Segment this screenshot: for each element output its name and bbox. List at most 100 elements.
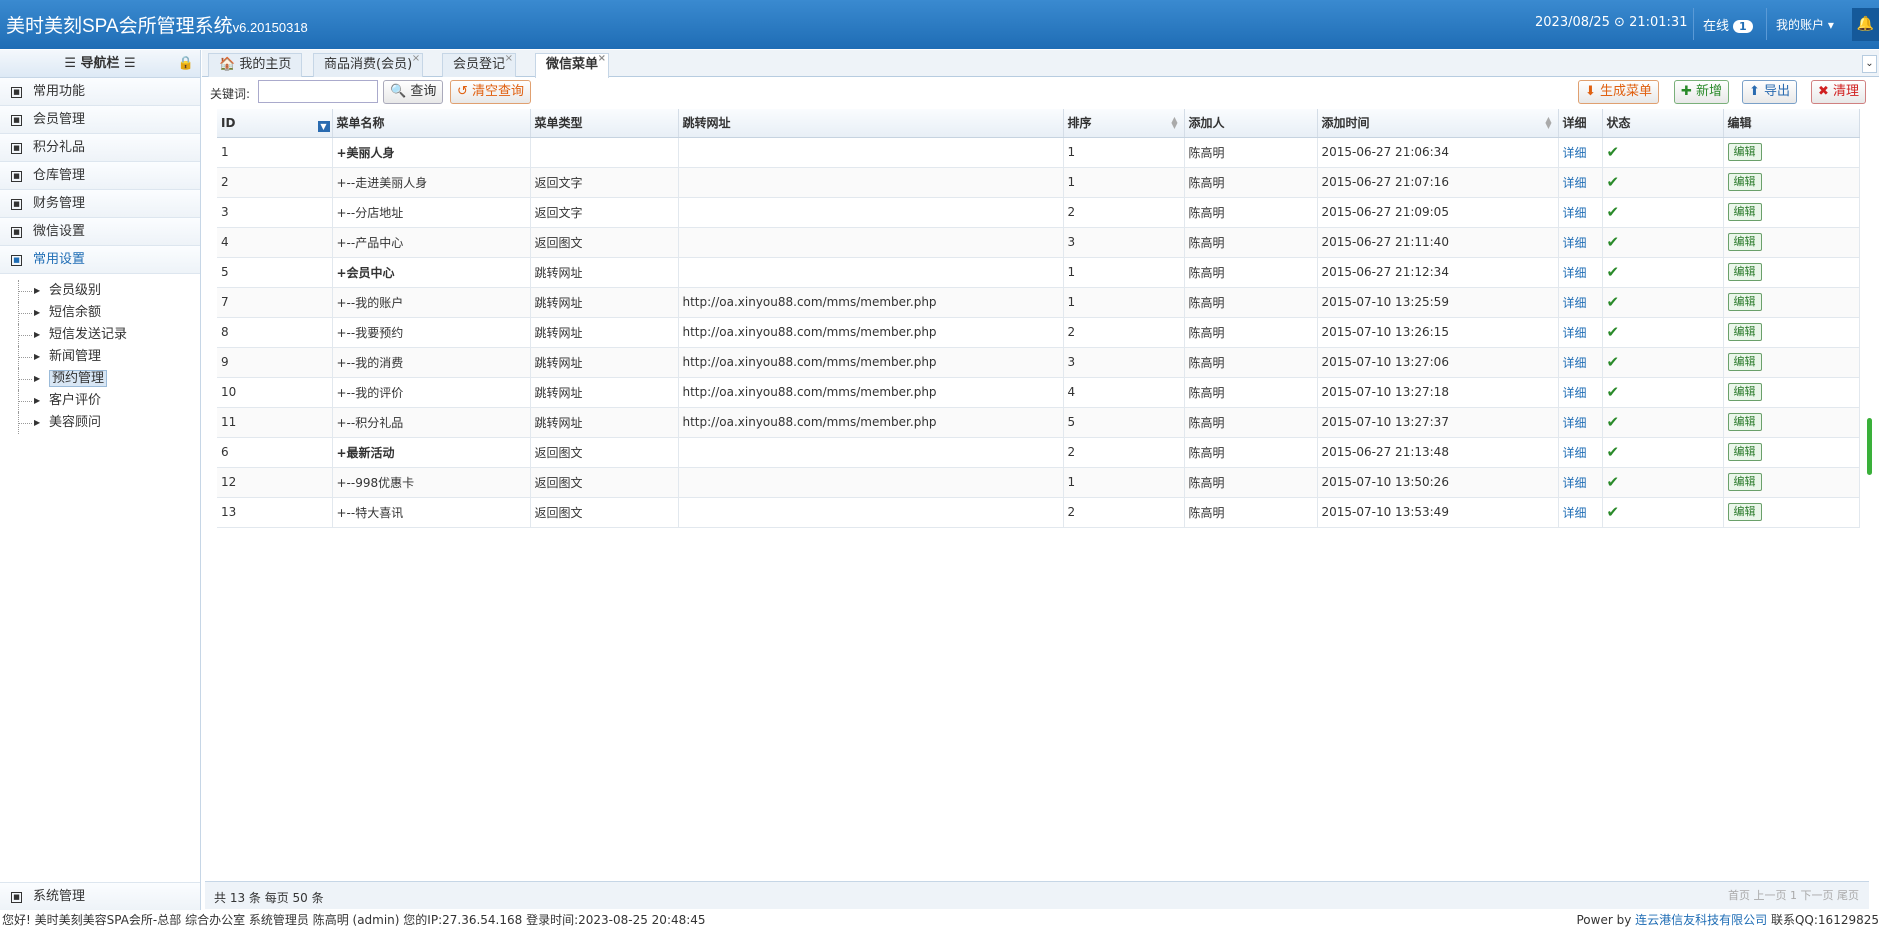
keyword-input[interactable] [258, 80, 378, 103]
tree-item-reviews[interactable]: ▶ 客户评价 [12, 390, 200, 412]
bell-icon[interactable]: 🔔 [1852, 8, 1879, 41]
edit-button[interactable]: 编辑 [1727, 233, 1762, 251]
detail-link[interactable]: 详细 [1563, 146, 1587, 160]
edit-button[interactable]: 编辑 [1727, 173, 1762, 191]
edit-button[interactable]: 编辑 [1727, 293, 1762, 311]
checkmark-icon[interactable]: ✔ [1607, 353, 1620, 371]
checkmark-icon[interactable]: ✔ [1607, 443, 1620, 461]
close-icon[interactable]: × [412, 48, 420, 70]
detail-link[interactable]: 详细 [1563, 416, 1587, 430]
edit-button[interactable]: 编辑 [1727, 143, 1762, 161]
sort-desc-icon[interactable]: ▼ [317, 121, 330, 132]
company-link[interactable]: 连云港信友科技有限公司 [1635, 913, 1767, 927]
edit-button[interactable]: 编辑 [1727, 413, 1762, 431]
sort-icon[interactable]: ▲ ▼ [1545, 116, 1551, 130]
sort-icon[interactable]: ▲ ▼ [1171, 116, 1177, 130]
detail-link[interactable]: 详细 [1563, 356, 1587, 370]
checkmark-icon[interactable]: ✔ [1607, 413, 1620, 431]
nav-section-finance[interactable]: ■ 财务管理 [0, 190, 200, 218]
pager-navigation[interactable]: 首页 上一页 1 下一页 尾页 [1728, 887, 1859, 903]
nav-section-system-management[interactable]: ■ 系统管理 [0, 882, 200, 910]
detail-link[interactable]: 详细 [1563, 476, 1587, 490]
column-header-label: ID [221, 115, 236, 130]
lock-icon[interactable]: 🔒 [178, 50, 194, 78]
chevron-down-icon[interactable]: ⌄ [1862, 55, 1877, 73]
edit-button[interactable]: 编辑 [1727, 383, 1762, 401]
nav-section-wechat-settings[interactable]: ■ 微信设置 [0, 218, 200, 246]
nav-section-warehouse[interactable]: ■ 仓库管理 [0, 162, 200, 190]
tree-item-consultants[interactable]: ▶ 美容顾问 [12, 412, 200, 434]
vertical-scrollbar[interactable] [1867, 418, 1872, 475]
edit-button[interactable]: 编辑 [1727, 473, 1762, 491]
my-account-dropdown[interactable]: 我的账户 ▾ [1776, 16, 1834, 33]
table-row[interactable]: 11 +--积分礼品 跳转网址 http://oa.xinyou88.com/mms/… [217, 407, 1860, 438]
tree-item-sms-records[interactable]: ▶ 短信发送记录 [12, 324, 200, 346]
nav-section-common-settings[interactable]: ■ 常用设置 [0, 246, 200, 274]
tab-consumption[interactable]: 商品消费(会员) × [313, 53, 424, 77]
tree-item-news[interactable]: ▶ 新闻管理 [12, 346, 200, 368]
table-row[interactable]: 5 +会员中心 跳转网址 1 陈高明 2015-06-27 21:12:34 详细 ✔ 编辑 [217, 257, 1860, 288]
table-row[interactable]: 4 +--产品中心 返回图文 3 陈高明 2015-06-27 21:11:40 详细 ✔ 编辑 [217, 227, 1860, 258]
edit-button[interactable]: 编辑 [1727, 503, 1762, 521]
detail-link[interactable]: 详细 [1563, 176, 1587, 190]
online-indicator[interactable]: 在线 1 [1703, 15, 1753, 34]
edit-button[interactable]: 编辑 [1727, 443, 1762, 461]
tree-item-member-level[interactable]: ▶ 会员级别 [12, 280, 200, 302]
edit-button[interactable]: 编辑 [1727, 263, 1762, 281]
close-icon[interactable]: × [598, 48, 606, 70]
table-row[interactable]: 13 +--特大喜讯 返回图文 2 陈高明 2015-07-10 13:53:49 详细 ✔ 编… [217, 497, 1860, 528]
detail-link[interactable]: 详细 [1563, 506, 1587, 520]
tab-home[interactable]: 🏠 我的主页 [208, 53, 303, 77]
table-row[interactable]: 8 +--我要预约 跳转网址 http://oa.xinyou88.com/mms/m… [217, 317, 1860, 348]
arrow-right-icon: ▶ [34, 396, 41, 405]
cell-sort: 2 [1063, 497, 1185, 528]
checkmark-icon[interactable]: ✔ [1607, 503, 1620, 521]
add-button[interactable]: ✚ 新增 [1674, 80, 1730, 104]
tree-item-sms-balance[interactable]: ▶ 短信余额 [12, 302, 200, 324]
table-row[interactable]: 9 +--我的消费 跳转网址 http://oa.xinyou88.com/mms/m… [217, 347, 1860, 378]
nav-section-member-management[interactable]: ■ 会员管理 [0, 106, 200, 134]
edit-button[interactable]: 编辑 [1727, 203, 1762, 221]
checkmark-icon[interactable]: ✔ [1607, 173, 1620, 191]
detail-link[interactable]: 详细 [1563, 206, 1587, 220]
detail-link[interactable]: 详细 [1563, 236, 1587, 250]
edit-button[interactable]: 编辑 [1727, 323, 1762, 341]
column-header-added-time[interactable]: 添加时间 ▲ ▼ [1317, 109, 1559, 138]
checkmark-icon[interactable]: ✔ [1607, 323, 1620, 341]
query-button[interactable]: 🔍 查询 [383, 80, 444, 104]
table-row[interactable]: 6 +最新活动 返回图文 2 陈高明 2015-06-27 21:13:48 详细 ✔ 编辑 [217, 437, 1860, 468]
checkmark-icon[interactable]: ✔ [1607, 263, 1620, 281]
detail-link[interactable]: 详细 [1563, 386, 1587, 400]
table-row[interactable]: 2 +--走进美丽人身 返回文字 1 陈高明 2015-06-27 21:07:16 详细 ✔… [217, 167, 1860, 198]
column-header-id[interactable]: ID ▼ [217, 109, 333, 138]
table-row[interactable]: 3 +--分店地址 返回文字 2 陈高明 2015-06-27 21:09:05 详细 ✔ 编辑 [217, 197, 1860, 228]
generate-menu-button[interactable]: ⬇ 生成菜单 [1578, 80, 1660, 104]
nav-section-points-gifts[interactable]: ■ 积分礼品 [0, 134, 200, 162]
clean-button[interactable]: ✖ 清理 [1811, 80, 1867, 104]
checkmark-icon[interactable]: ✔ [1607, 233, 1620, 251]
detail-link[interactable]: 详细 [1563, 296, 1587, 310]
checkmark-icon[interactable]: ✔ [1607, 203, 1620, 221]
table-row[interactable]: 10 +--我的评价 跳转网址 http://oa.xinyou88.com/mms/… [217, 377, 1860, 408]
detail-link[interactable]: 详细 [1563, 326, 1587, 340]
cell-menu-name: +--产品中心 [332, 227, 531, 258]
nav-section-label: 会员管理 [33, 112, 86, 127]
clear-query-button[interactable]: ↺ 清空查询 [450, 80, 532, 104]
checkmark-icon[interactable]: ✔ [1607, 383, 1620, 401]
tab-wechat-menu[interactable]: 微信菜单 × [535, 53, 610, 78]
tree-item-appointments[interactable]: ▶ 预约管理 [12, 368, 200, 390]
detail-link[interactable]: 详细 [1563, 266, 1587, 280]
edit-button[interactable]: 编辑 [1727, 353, 1762, 371]
table-row[interactable]: 1 +美丽人身 1 陈高明 2015-06-27 21:06:34 详细 ✔ 编辑 [217, 137, 1860, 168]
detail-link[interactable]: 详细 [1563, 446, 1587, 460]
export-button[interactable]: ⬆ 导出 [1742, 80, 1798, 104]
checkmark-icon[interactable]: ✔ [1607, 473, 1620, 491]
nav-section-common-functions[interactable]: ■ 常用功能 [0, 78, 200, 106]
column-header-sort[interactable]: 排序 ▲ ▼ [1063, 109, 1185, 138]
close-icon[interactable]: × [505, 48, 513, 70]
tab-member-register[interactable]: 会员登记 × [442, 53, 517, 77]
table-row[interactable]: 12 +--998优惠卡 返回图文 1 陈高明 2015-07-10 13:50:26 详细… [217, 467, 1860, 498]
table-row[interactable]: 7 +--我的账户 跳转网址 http://oa.xinyou88.com/mms/m… [217, 287, 1860, 318]
checkmark-icon[interactable]: ✔ [1607, 293, 1620, 311]
checkmark-icon[interactable]: ✔ [1607, 143, 1620, 161]
